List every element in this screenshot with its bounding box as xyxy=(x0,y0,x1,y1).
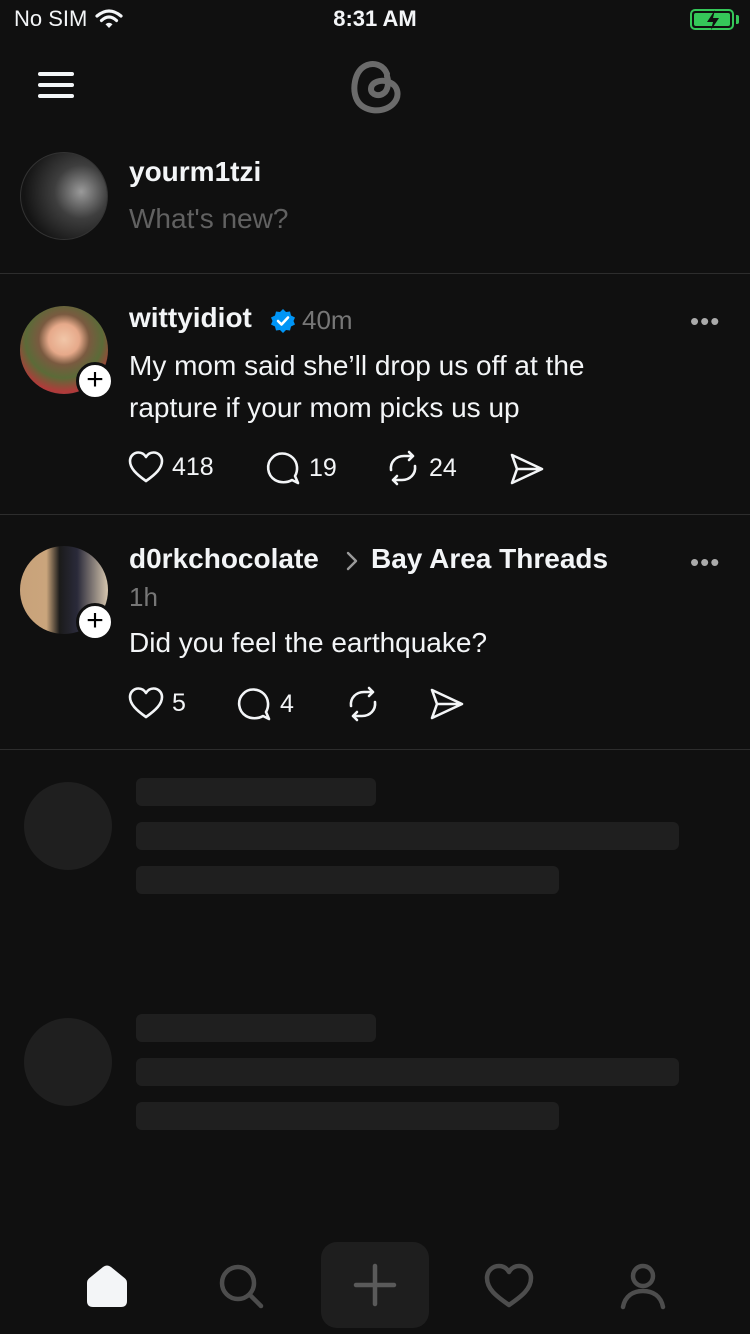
post-text-line: Did you feel the earthquake? xyxy=(129,627,488,658)
hamburger-icon[interactable] xyxy=(38,72,74,98)
post-community[interactable]: Bay Area Threads xyxy=(371,543,608,575)
repost-button[interactable]: 24 xyxy=(385,450,457,486)
threads-logo-icon[interactable] xyxy=(343,54,407,118)
skeleton-line xyxy=(136,1014,376,1042)
chevron-right-icon xyxy=(346,551,358,571)
skeleton-line xyxy=(136,866,559,894)
skeleton-avatar xyxy=(24,1018,112,1106)
repost-icon[interactable] xyxy=(345,686,381,722)
battery-tip xyxy=(736,15,739,24)
like-count: 418 xyxy=(172,452,214,481)
share-icon[interactable] xyxy=(508,451,546,487)
more-options-icon[interactable]: ••• xyxy=(690,306,720,337)
follow-button[interactable]: + xyxy=(76,362,114,400)
post-username[interactable]: d0rkchocolate xyxy=(129,543,319,575)
skeleton-line xyxy=(136,1102,559,1130)
follow-button[interactable]: + xyxy=(76,603,114,641)
activity-heart-icon xyxy=(484,1263,534,1308)
skeleton-avatar xyxy=(24,782,112,870)
post-username[interactable]: wittyidiot xyxy=(129,302,252,334)
comment-icon xyxy=(266,452,300,485)
status-time: 8:31 AM xyxy=(333,6,417,31)
create-icon xyxy=(353,1263,397,1307)
verified-badge-icon xyxy=(271,309,295,333)
reply-count: 4 xyxy=(280,689,294,718)
repost-icon xyxy=(389,450,417,486)
post-time: 1h xyxy=(129,582,158,612)
composer-username: yourm1tzi xyxy=(129,156,262,187)
like-button[interactable]: 5 xyxy=(128,686,186,720)
share-icon[interactable] xyxy=(428,686,466,722)
profile-icon xyxy=(620,1263,666,1310)
comment-icon xyxy=(237,688,271,721)
home-icon xyxy=(87,1265,127,1307)
post-text-line: rapture if your mom picks us up xyxy=(129,392,520,423)
reply-button[interactable]: 19 xyxy=(265,450,337,486)
tab-home[interactable] xyxy=(77,1256,137,1316)
tab-search[interactable] xyxy=(211,1256,271,1316)
reply-count: 19 xyxy=(309,453,337,482)
heart-icon xyxy=(128,451,164,483)
skeleton-line xyxy=(136,822,679,850)
repost-count: 24 xyxy=(429,453,457,482)
tab-create[interactable] xyxy=(321,1242,429,1328)
skeleton-line xyxy=(136,1058,679,1086)
tab-profile[interactable] xyxy=(613,1256,673,1316)
like-count: 5 xyxy=(172,688,186,717)
battery-icon xyxy=(690,9,734,30)
post-time: 40m xyxy=(302,305,353,335)
like-button[interactable]: 418 xyxy=(128,450,214,484)
skeleton-line xyxy=(136,778,376,806)
post-text-line: My mom said she’ll drop us off at the xyxy=(129,350,585,381)
search-icon xyxy=(219,1264,264,1309)
composer-input[interactable]: What's new? xyxy=(129,203,288,235)
composer-avatar[interactable] xyxy=(20,152,108,240)
tab-activity[interactable] xyxy=(479,1256,539,1316)
divider xyxy=(0,273,750,274)
divider xyxy=(0,514,750,515)
divider xyxy=(0,749,750,750)
heart-icon xyxy=(128,687,164,719)
more-options-icon[interactable]: ••• xyxy=(690,547,720,578)
reply-button[interactable]: 4 xyxy=(236,686,294,722)
